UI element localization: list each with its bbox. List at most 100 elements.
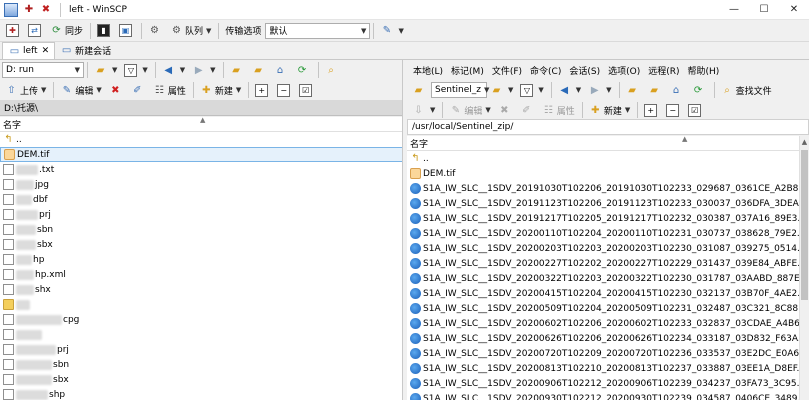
select-all-button[interactable]: + [252, 81, 273, 99]
remote-file-row[interactable]: S1A_IW_SLC__1SDV_20200906T102212_2020090… [407, 376, 809, 391]
rename-button[interactable]: ✐ [517, 101, 538, 119]
local-file-row[interactable]: sbn [0, 357, 402, 372]
local-drive-select[interactable]: D: run ▼ [2, 62, 84, 78]
menu-item[interactable]: 帮助(H) [684, 64, 724, 77]
sync-browse-button[interactable]: ⇄ [25, 22, 46, 40]
tab-new-session[interactable]: ▭ 新建会话 [55, 42, 116, 59]
remote-file-list[interactable]: 名字 ▲ ↰.. DEM.tif S1A_IW_SLC__1SDV_20191030… [407, 136, 809, 400]
local-file-row[interactable]: dbf [0, 192, 402, 207]
properties-button[interactable]: ☷ 属性 [150, 81, 189, 99]
find-files-button[interactable]: ⌕ [322, 61, 343, 79]
upload-button[interactable]: ⇧ 上传 ▼ [2, 81, 49, 99]
filter-button[interactable]: ▽ ▼ [517, 81, 546, 99]
back-button[interactable]: ◀ ▼ [555, 81, 584, 99]
rename-button[interactable]: ✐ [128, 81, 149, 99]
remote-file-row[interactable]: ↰.. [407, 151, 809, 166]
menu-item[interactable]: 远程(R) [644, 64, 683, 77]
remote-file-row[interactable]: S1A_IW_SLC__1SDV_20200415T102204_2020041… [407, 286, 809, 301]
local-file-row[interactable]: prj [0, 342, 402, 357]
local-file-row[interactable]: sbn [0, 222, 402, 237]
remote-file-row[interactable]: S1A_IW_SLC__1SDV_20191030T102206_2019103… [407, 181, 809, 196]
edit-button[interactable]: ✎ 编辑 ▼ [446, 101, 493, 119]
maximize-button[interactable]: ☐ [749, 0, 779, 20]
column-header-name[interactable]: 名字 ▲ [0, 117, 402, 132]
remote-file-row[interactable]: S1A_IW_SLC__1SDV_20200626T102206_2020062… [407, 331, 809, 346]
remote-scrollbar[interactable]: ▲ [799, 136, 809, 400]
unselect-button[interactable]: − [274, 81, 295, 99]
quick-access-new-icon[interactable]: ✚ [22, 3, 36, 17]
remote-path-bar[interactable]: /usr/local/Sentinel_zip/ [407, 119, 809, 135]
properties-button[interactable]: ☷ 属性 [539, 101, 578, 119]
minimize-button[interactable]: — [719, 0, 749, 20]
local-file-row[interactable]: sbx [0, 237, 402, 252]
putty-button[interactable]: ▣ [116, 22, 137, 40]
root-dir-button[interactable]: ▰ [645, 81, 666, 99]
home-button[interactable]: ⌂ [667, 81, 688, 99]
local-file-row[interactable]: cpg [0, 312, 402, 327]
remote-file-row[interactable]: S1A_IW_SLC__1SDV_20200930T102212_2020093… [407, 391, 809, 400]
menu-item[interactable]: 会话(S) [565, 64, 604, 77]
local-file-row[interactable] [0, 297, 402, 312]
new-session-button[interactable]: ✚ [3, 22, 24, 40]
scrollbar-thumb[interactable] [801, 150, 808, 300]
local-file-row[interactable]: prj [0, 207, 402, 222]
menu-item[interactable]: 本地(L) [409, 64, 447, 77]
menu-item[interactable]: 选项(O) [604, 64, 644, 77]
parent-dir-button[interactable]: ▰ [227, 61, 248, 79]
local-path-bar[interactable]: D:\托源\ [0, 100, 402, 116]
local-file-row[interactable]: shp [0, 387, 402, 400]
forward-button[interactable]: ▶ ▼ [189, 61, 218, 79]
remote-file-row[interactable]: DEM.tif [407, 166, 809, 181]
column-header-name[interactable]: 名字 ▲ [407, 136, 809, 151]
remote-file-row[interactable]: S1A_IW_SLC__1SDV_20191123T102206_2019112… [407, 196, 809, 211]
open-folder-button[interactable]: ▰ ▼ [487, 81, 516, 99]
preferences-button[interactable]: ⚙ [145, 22, 166, 40]
open-folder-button[interactable]: ▰ ▼ [91, 61, 120, 79]
quick-access-disconnect-icon[interactable]: ✖ [39, 3, 53, 17]
transfer-presets-button[interactable]: ✎ ▼ [377, 22, 406, 40]
refresh-button[interactable]: ⟳ [293, 61, 314, 79]
remote-file-row[interactable]: S1A_IW_SLC__1SDV_20200227T102202_2020022… [407, 256, 809, 271]
filter-button[interactable]: ▽ ▼ [121, 61, 150, 79]
invert-selection-button[interactable]: ☑ [296, 81, 317, 99]
remote-file-row[interactable]: S1A_IW_SLC__1SDV_20200322T102203_2020032… [407, 271, 809, 286]
terminal-button[interactable]: ▮ [94, 22, 115, 40]
find-files-button[interactable]: ⌕ 查找文件 [718, 81, 775, 99]
remote-path-select[interactable]: Sentinel_z ▼ [431, 82, 489, 98]
menu-item[interactable]: 文件(F) [488, 64, 526, 77]
menu-item[interactable]: 命令(C) [526, 64, 565, 77]
back-button[interactable]: ◀ ▼ [159, 61, 188, 79]
new-button[interactable]: ✚ 新建 ▼ [586, 101, 633, 119]
unselect-button[interactable]: − [663, 101, 684, 119]
transfer-settings-select[interactable]: 默认 ▼ [265, 22, 371, 39]
close-icon[interactable]: ✕ [42, 46, 50, 56]
remote-file-row[interactable]: S1A_IW_SLC__1SDV_20200203T102203_2020020… [407, 241, 809, 256]
remote-file-row[interactable]: S1A_IW_SLC__1SDV_20191217T102205_2019121… [407, 211, 809, 226]
invert-selection-button[interactable]: ☑ [685, 101, 706, 119]
home-button[interactable]: ⌂ [271, 61, 292, 79]
tab-left[interactable]: ▭ left ✕ [2, 42, 56, 59]
local-file-row[interactable]: ↰.. [0, 132, 402, 147]
local-file-row[interactable]: hp [0, 252, 402, 267]
delete-button[interactable]: ✖ [106, 81, 127, 99]
queue-button[interactable]: ⚙ 队列 ▼ [167, 22, 214, 40]
edit-button[interactable]: ✎ 编辑 ▼ [57, 81, 104, 99]
scroll-up-icon[interactable]: ▲ [800, 136, 809, 148]
local-file-row[interactable]: jpg [0, 177, 402, 192]
remote-file-row[interactable]: S1A_IW_SLC__1SDV_20200110T102204_2020011… [407, 226, 809, 241]
forward-button[interactable]: ▶ ▼ [585, 81, 614, 99]
select-all-button[interactable]: + [641, 101, 662, 119]
download-button[interactable]: ⇩ ▼ [409, 101, 438, 119]
remote-file-row[interactable]: S1A_IW_SLC__1SDV_20200813T102210_2020081… [407, 361, 809, 376]
local-file-row[interactable]: sbx [0, 372, 402, 387]
local-file-row[interactable]: hp.xml [0, 267, 402, 282]
delete-button[interactable]: ✖ [495, 101, 516, 119]
parent-dir-button[interactable]: ▰ [623, 81, 644, 99]
local-file-row[interactable] [0, 327, 402, 342]
remote-file-row[interactable]: S1A_IW_SLC__1SDV_20200720T102209_2020072… [407, 346, 809, 361]
refresh-button[interactable]: ⟳ [689, 81, 710, 99]
remote-file-row[interactable]: S1A_IW_SLC__1SDV_20200602T102206_2020060… [407, 316, 809, 331]
menu-item[interactable]: 标记(M) [447, 64, 488, 77]
sync-button[interactable]: ⟳ 同步 [47, 22, 86, 40]
local-file-list[interactable]: 名字 ▲ ↰.. DEM.tif .txt jpg dbf prj sbn sbx hp hp.x… [0, 117, 402, 400]
